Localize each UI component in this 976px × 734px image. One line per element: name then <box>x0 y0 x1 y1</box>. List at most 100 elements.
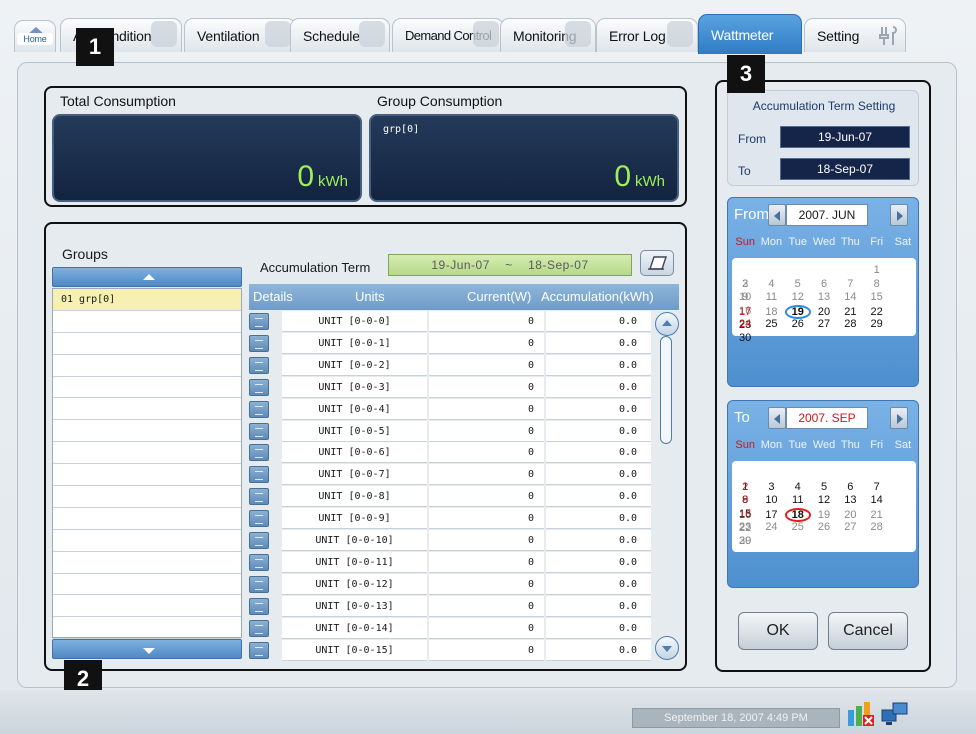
details-icon[interactable] <box>249 422 269 440</box>
group-list-item[interactable] <box>53 530 241 552</box>
calendar-day[interactable]: 16 <box>732 509 758 523</box>
calendar-day[interactable]: 11 <box>758 291 784 305</box>
calendar-day[interactable]: 27 <box>811 318 837 332</box>
print-button[interactable] <box>640 250 674 276</box>
calendar-day[interactable]: 19 <box>811 509 837 523</box>
calendar-day[interactable]: 26 <box>785 318 811 332</box>
details-icon[interactable] <box>249 334 269 352</box>
calendar-day[interactable]: 18 <box>784 507 811 522</box>
calendar-day[interactable]: 13 <box>837 494 863 508</box>
group-list-item[interactable] <box>53 464 241 487</box>
calendar-day[interactable]: 8 <box>863 278 889 292</box>
term-to-value[interactable]: 18-Sep-07 <box>780 158 910 180</box>
tab-ventilation[interactable]: Ventilation <box>184 18 296 52</box>
calendar-day[interactable]: 20 <box>811 306 837 320</box>
details-icon[interactable] <box>249 532 269 549</box>
calendar-day[interactable]: 3 <box>758 481 784 495</box>
details-icon[interactable] <box>249 444 269 462</box>
details-icon[interactable] <box>249 488 269 506</box>
group-list-item[interactable] <box>53 333 241 355</box>
calendar-day[interactable]: 23 <box>732 521 758 535</box>
groups-scroll-down-button[interactable] <box>52 639 242 659</box>
calendar-day[interactable]: 5 <box>785 278 811 292</box>
calendar-day[interactable]: 9 <box>732 494 758 508</box>
group-list-item[interactable]: 01 grp[0] <box>53 289 241 311</box>
network-status-icon[interactable] <box>880 700 910 728</box>
calendar-day[interactable]: 22 <box>863 306 889 320</box>
calendar-next-icon[interactable] <box>890 204 908 226</box>
calendar-day[interactable]: 7 <box>837 278 863 292</box>
tab-schedule[interactable]: Schedule <box>290 18 390 52</box>
calendar-day[interactable]: 24 <box>758 521 784 535</box>
calendar-day[interactable]: 19 <box>784 304 811 319</box>
details-icon[interactable] <box>249 575 269 593</box>
group-list-item[interactable] <box>53 377 241 399</box>
group-list-item[interactable] <box>53 311 241 333</box>
details-icon[interactable] <box>249 466 269 484</box>
table-scroll-up-button[interactable] <box>655 312 679 336</box>
ok-button[interactable]: OK <box>738 612 818 650</box>
group-list-item[interactable] <box>53 574 241 596</box>
group-list-item[interactable] <box>53 420 241 443</box>
table-scroll-thumb[interactable] <box>660 336 672 444</box>
calendar-day[interactable]: 10 <box>732 291 758 305</box>
cancel-button[interactable]: Cancel <box>828 612 908 650</box>
details-icon[interactable] <box>249 356 269 374</box>
calendar-day[interactable]: 4 <box>758 278 784 292</box>
group-list-item[interactable] <box>53 595 241 618</box>
calendar-day[interactable]: 12 <box>785 291 811 305</box>
tab-home[interactable]: Home <box>14 20 56 52</box>
calendar-day[interactable]: 6 <box>811 278 837 292</box>
details-icon[interactable] <box>249 510 269 528</box>
calendar-day[interactable]: 28 <box>863 521 889 535</box>
group-list-item[interactable] <box>53 355 241 377</box>
calendar-next-icon[interactable] <box>890 407 908 429</box>
calendar-day[interactable]: 17 <box>758 509 784 523</box>
calendar-day[interactable]: 11 <box>785 494 811 508</box>
group-list-item[interactable] <box>53 398 241 421</box>
details-icon[interactable] <box>249 378 269 396</box>
calendar-day[interactable]: 25 <box>785 521 811 535</box>
group-list-item[interactable] <box>53 486 241 508</box>
calendar-day[interactable]: 3 <box>732 278 758 292</box>
calendar-day[interactable]: 2 <box>732 481 758 495</box>
calendar-day[interactable]: 14 <box>837 291 863 305</box>
calendar-day[interactable]: 7 <box>863 481 889 495</box>
groups-scroll-up-button[interactable] <box>52 267 242 287</box>
calendar-prev-icon[interactable] <box>768 407 786 429</box>
tab-error-log[interactable]: Error Log <box>596 18 698 52</box>
calendar-day[interactable]: 21 <box>837 306 863 320</box>
calendar-day[interactable]: 17 <box>732 306 758 320</box>
calendar-day[interactable]: 30 <box>732 535 758 549</box>
calendar-day[interactable]: 5 <box>811 481 837 495</box>
calendar-day[interactable]: 13 <box>811 291 837 305</box>
details-icon[interactable] <box>249 400 269 418</box>
tab-monitoring[interactable]: Monitoring <box>500 18 596 52</box>
calendar-day[interactable]: 30 <box>732 332 758 346</box>
details-icon[interactable] <box>249 619 269 637</box>
group-list-item[interactable] <box>53 442 241 465</box>
calendar-day[interactable]: 1 <box>863 264 889 278</box>
calendar-day[interactable]: 20 <box>837 509 863 523</box>
calendar-day[interactable]: 24 <box>732 318 758 332</box>
calendar-day[interactable]: 6 <box>837 481 863 495</box>
details-icon[interactable] <box>249 553 269 571</box>
calendar-day[interactable]: 21 <box>863 509 889 523</box>
chart-status-icon[interactable] <box>846 700 876 728</box>
calendar-day[interactable]: 4 <box>785 481 811 495</box>
calendar-day[interactable]: 25 <box>758 318 784 332</box>
calendar-day[interactable]: 27 <box>837 521 863 535</box>
term-from-value[interactable]: 19-Jun-07 <box>780 126 910 148</box>
group-list-item[interactable] <box>53 552 241 574</box>
tab-setting[interactable]: Setting <box>804 18 906 52</box>
details-icon[interactable] <box>249 597 269 615</box>
calendar-day[interactable]: 18 <box>758 306 784 320</box>
details-icon[interactable] <box>249 641 269 659</box>
group-list-item[interactable] <box>53 508 241 530</box>
details-icon[interactable] <box>249 313 269 330</box>
calendar-day[interactable]: 29 <box>863 318 889 332</box>
calendar-day[interactable]: 12 <box>811 494 837 508</box>
calendar-day[interactable]: 10 <box>758 494 784 508</box>
calendar-day[interactable]: 28 <box>837 318 863 332</box>
calendar-day[interactable]: 26 <box>811 521 837 535</box>
